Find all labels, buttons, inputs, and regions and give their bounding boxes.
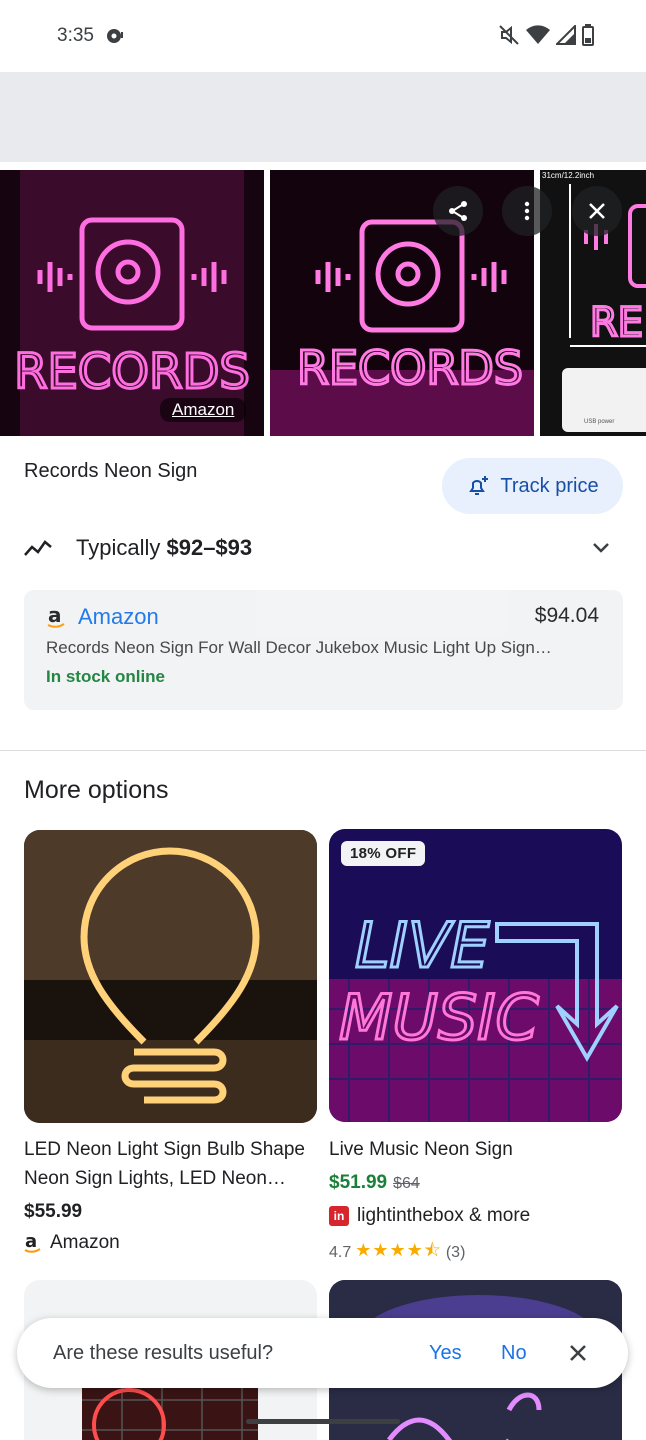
- product-image-carousel[interactable]: RECORDS Amazon RECORDS RE 31cm/12.2inch …: [0, 170, 646, 436]
- offer-store[interactable]: a Amazon: [46, 604, 159, 630]
- product-image-1[interactable]: RECORDS Amazon: [0, 170, 264, 436]
- status-icons: [498, 24, 594, 46]
- offer-stock-status: In stock online: [46, 667, 166, 686]
- product-card-store-2: in lightinthebox & more: [329, 1205, 530, 1227]
- lightinthebox-logo-icon: in: [329, 1206, 349, 1226]
- wifi-icon: [526, 25, 550, 44]
- star-rating-icon: ★★★★⯪: [355, 1240, 442, 1260]
- typical-price-text: Typically $92–$93: [76, 535, 253, 560]
- feedback-question: Are these results useful?: [53, 1341, 274, 1364]
- mute-icon: [499, 25, 519, 45]
- product-card-store-1: a Amazon: [24, 1232, 120, 1253]
- offer-price: $94.04: [534, 604, 599, 627]
- original-price: $64: [393, 1175, 420, 1192]
- feedback-bar: Are these results useful? Yes No: [17, 1318, 628, 1388]
- chevron-down-icon[interactable]: [590, 536, 612, 558]
- battery-icon: [582, 24, 594, 46]
- usb-label: USB power: [584, 419, 615, 425]
- bell-add-icon: [469, 476, 489, 495]
- offer-description: Records Neon Sign For Wall Decor Jukebox…: [46, 638, 552, 657]
- status-bar: 3:35: [0, 0, 646, 72]
- dimension-label: 31cm/12.2inch: [542, 171, 595, 180]
- product-title: Records Neon Sign: [24, 460, 198, 482]
- close-icon[interactable]: [567, 1342, 589, 1364]
- typical-price-row[interactable]: Typically $92–$93: [24, 528, 622, 568]
- discount-badge: 18% OFF: [341, 841, 426, 866]
- close-viewer-button[interactable]: [572, 186, 622, 236]
- share-icon: [449, 201, 467, 221]
- close-icon: [589, 203, 605, 219]
- status-time: 3:35: [57, 25, 94, 46]
- product-card-title-1[interactable]: LED Neon Light Sign Bulb Shape Neon Sign…: [24, 1135, 305, 1193]
- trending-icon: [24, 540, 52, 556]
- more-options-button[interactable]: [502, 186, 552, 236]
- signal-icon: [556, 25, 576, 45]
- product-image-2[interactable]: RECORDS: [270, 170, 534, 436]
- svg-text:a: a: [25, 1232, 37, 1252]
- gesture-home-bar[interactable]: [246, 1419, 400, 1424]
- product-card-price-1: $55.99: [24, 1201, 83, 1222]
- product-card-image-live-music[interactable]: LIVE MUSIC 18% OFF: [329, 829, 622, 1122]
- product-rating: 4.7 ★★★★⯪ (3): [329, 1238, 465, 1268]
- amazon-logo-icon: a: [24, 1232, 41, 1253]
- product-card-price-2: $51.99 $64: [329, 1172, 420, 1193]
- more-vert-icon: [524, 201, 530, 221]
- svg-text:MUSIC: MUSIC: [339, 981, 540, 1054]
- product-card-image-bulb[interactable]: [24, 830, 317, 1123]
- amazon-logo-icon: a: [47, 605, 65, 628]
- product-card-title-2[interactable]: Live Music Neon Sign: [329, 1135, 513, 1164]
- svg-text:RECORDS: RECORDS: [297, 341, 523, 395]
- track-price-label: Track price: [500, 474, 599, 497]
- search-header-area: [0, 72, 646, 162]
- typical-price-range: $92–$93: [166, 535, 253, 560]
- svg-text:a: a: [48, 605, 62, 627]
- track-price-button[interactable]: Track price: [442, 458, 623, 514]
- svg-text:RE: RE: [590, 300, 643, 346]
- assistant-notification-icon: [107, 29, 123, 43]
- offer-store-name: Amazon: [78, 604, 159, 629]
- svg-text:RECORDS: RECORDS: [14, 344, 250, 400]
- svg-text:LIVE: LIVE: [355, 909, 490, 982]
- feedback-yes-button[interactable]: Yes: [429, 1342, 462, 1365]
- image-source-label[interactable]: Amazon: [160, 398, 247, 422]
- more-options-title: More options: [24, 776, 169, 804]
- section-divider: [0, 750, 646, 751]
- feedback-no-button[interactable]: No: [501, 1342, 527, 1365]
- share-button[interactable]: [433, 186, 483, 236]
- offer-card[interactable]: a Amazon $94.04 Records Neon Sign For Wa…: [24, 590, 623, 710]
